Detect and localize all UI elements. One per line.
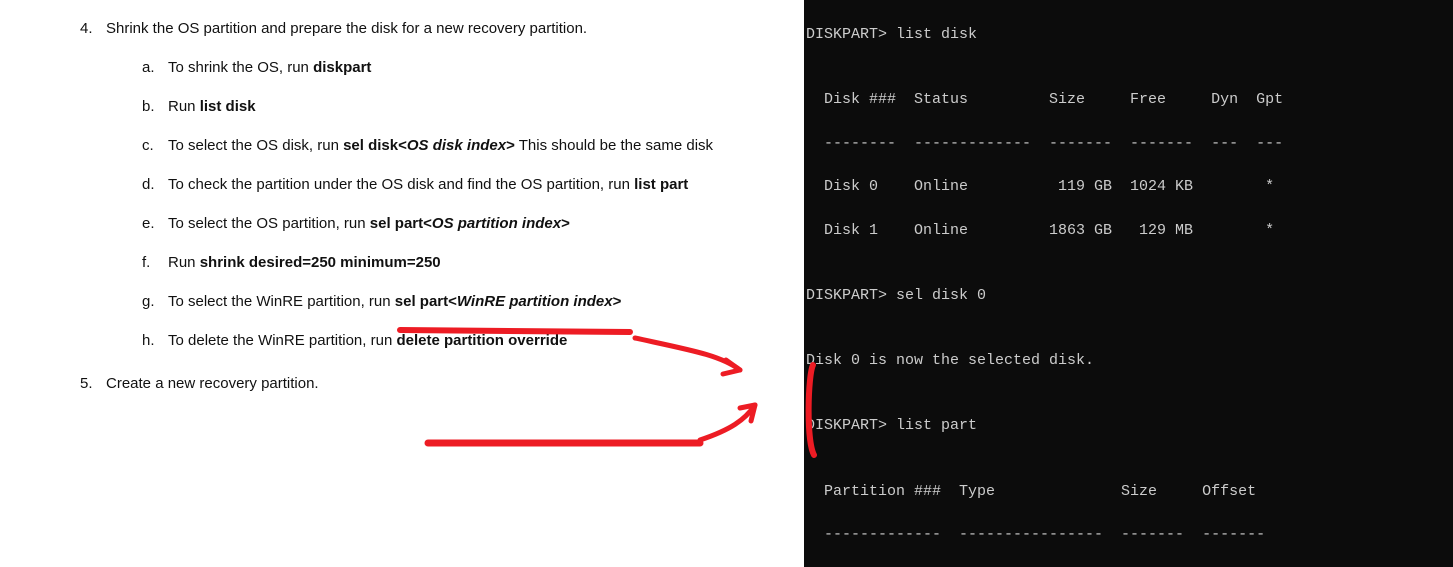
terminal-line: Disk 0 is now the selected disk. (806, 350, 1451, 372)
substep-arg: OS partition index (432, 215, 561, 232)
step-number: 4. (80, 20, 93, 37)
substep-cmd: list disk (200, 98, 256, 115)
angle-bracket: > (561, 215, 570, 232)
step-4: 4. Shrink the OS partition and prepare t… (80, 20, 794, 349)
substep-text: To delete the WinRE partition, run (168, 332, 396, 349)
terminal-line: Partition ### Type Size Offset (806, 481, 1451, 503)
step-text: Create a new recovery partition. (106, 375, 319, 392)
angle-bracket: > (506, 137, 515, 154)
terminal-line: -------- ------------- ------- ------- -… (806, 133, 1451, 155)
instructions-pane: 4. Shrink the OS partition and prepare t… (0, 0, 804, 567)
substep-b: b. Run list disk (142, 98, 794, 115)
substep-text: Run (168, 254, 200, 271)
step-number: 5. (80, 375, 93, 392)
substep-e: e. To select the OS partition, run sel p… (142, 215, 794, 232)
substep-text: To check the partition under the OS disk… (168, 176, 634, 193)
substep-cmd: delete partition override (396, 332, 567, 349)
substep-cmd: diskpart (313, 59, 371, 76)
angle-bracket: < (448, 293, 457, 310)
substep-cmd: sel disk (343, 137, 398, 154)
substep-number: d. (142, 176, 155, 193)
substep-arg: WinRE partition index (457, 293, 613, 310)
substep-text: To shrink the OS, run (168, 59, 313, 76)
terminal-line: Disk ### Status Size Free Dyn Gpt (806, 89, 1451, 111)
substep-text: To select the OS disk, run (168, 137, 343, 154)
substep-g: g. To select the WinRE partition, run se… (142, 293, 794, 310)
substep-number: c. (142, 137, 154, 154)
substep-cmd: sel part (395, 293, 448, 310)
terminal-line: Disk 0 Online 119 GB 1024 KB * (806, 176, 1451, 198)
step-5: 5. Create a new recovery partition. (80, 375, 794, 392)
substep-text: To select the OS partition, run (168, 215, 370, 232)
substep-number: b. (142, 98, 155, 115)
terminal-line: DISKPART> list part (806, 415, 1451, 437)
substep-arg: OS disk index (407, 137, 506, 154)
substep-c: c. To select the OS disk, run sel disk<O… (142, 137, 794, 154)
angle-bracket: < (423, 215, 432, 232)
terminal-line: Disk 1 Online 1863 GB 129 MB * (806, 220, 1451, 242)
angle-bracket: < (398, 137, 407, 154)
substep-cmd: sel part (370, 215, 423, 232)
terminal-line: DISKPART> sel disk 0 (806, 285, 1451, 307)
substep-a: a. To shrink the OS, run diskpart (142, 59, 794, 76)
substep-number: e. (142, 215, 155, 232)
substep-number: f. (142, 254, 150, 271)
substep-number: a. (142, 59, 155, 76)
terminal-line: DISKPART> list disk (806, 24, 1451, 46)
terminal-pane: DISKPART> list disk Disk ### Status Size… (804, 0, 1453, 567)
substep-f: f. Run shrink desired=250 minimum=250 (142, 254, 794, 271)
substep-cmd: list part (634, 176, 688, 193)
angle-bracket: > (613, 293, 622, 310)
substep-d: d. To check the partition under the OS d… (142, 176, 794, 193)
substep-cmd: shrink desired=250 minimum=250 (200, 254, 441, 271)
step-text: Shrink the OS partition and prepare the … (106, 20, 587, 37)
terminal-line: ------------- ---------------- ------- -… (806, 524, 1451, 546)
substep-text: Run (168, 98, 200, 115)
substep-number: h. (142, 332, 155, 349)
substep-number: g. (142, 293, 155, 310)
substep-post: This should be the same disk (515, 137, 713, 154)
substep-h: h. To delete the WinRE partition, run de… (142, 332, 794, 349)
substep-text: To select the WinRE partition, run (168, 293, 395, 310)
